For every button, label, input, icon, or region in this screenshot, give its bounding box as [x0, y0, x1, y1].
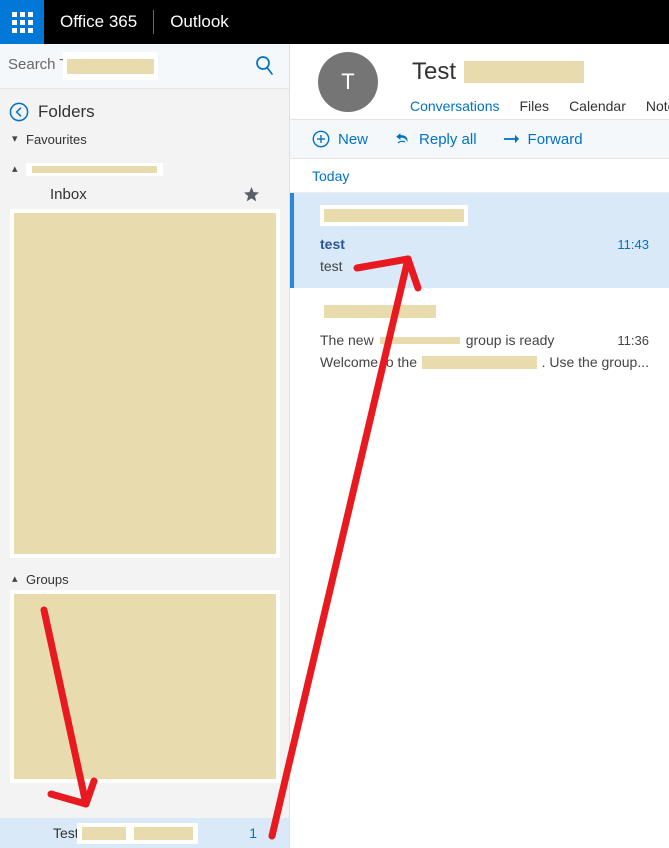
app-launcher-waffle-icon[interactable] — [0, 0, 44, 44]
message-subject: The new group is ready — [320, 332, 554, 348]
chevron-up-icon: ▴ — [12, 162, 18, 175]
sidebar-item-label: Inbox — [50, 186, 87, 203]
tab-notes[interactable]: Note — [646, 98, 669, 114]
star-icon[interactable] — [243, 186, 260, 203]
table-row[interactable]: test 11:43 test — [290, 193, 669, 289]
tab-conversations[interactable]: Conversations — [410, 98, 500, 114]
forward-arrow-icon — [502, 130, 520, 148]
message-preview-prefix: Welcome to the — [320, 354, 418, 370]
account-name-redaction — [26, 162, 163, 176]
group-title-text: Test — [412, 58, 457, 85]
reply-all-button[interactable]: Reply all — [393, 130, 477, 148]
message-toolbar: New Reply all Forward — [290, 120, 669, 159]
message-preview-redaction — [422, 355, 537, 369]
table-row[interactable]: The new group is ready 11:36 Welcome to … — [290, 289, 669, 385]
message-subject: test — [320, 236, 345, 252]
sidebar-item-group-test[interactable]: Test 1 — [0, 818, 290, 848]
forward-button-label: Forward — [527, 130, 583, 148]
message-preview-suffix: . Use the group... — [541, 354, 649, 370]
sidebar-item-favourites[interactable]: ▾ Favourites — [0, 128, 290, 150]
message-preview: test — [320, 258, 343, 274]
groups-list-redaction — [10, 590, 280, 783]
sidebar-item-inbox[interactable]: Inbox — [0, 180, 290, 209]
message-subject-suffix: group is ready — [465, 332, 555, 348]
message-day-group-header: Today — [290, 159, 669, 193]
reply-all-icon — [393, 130, 411, 148]
tab-calendar[interactable]: Calendar — [569, 98, 626, 114]
folders-header: Folders — [0, 89, 290, 128]
tab-files[interactable]: Files — [520, 98, 550, 114]
plus-circle-icon — [312, 130, 330, 148]
outlook-app-link[interactable]: Outlook — [154, 0, 245, 44]
folder-list-redaction — [10, 209, 280, 558]
search-icon[interactable] — [254, 55, 276, 77]
sender-redaction — [320, 301, 440, 322]
unread-count-badge: 1 — [249, 825, 257, 841]
group-conversation-pane: T Test Conversations Files Calendar Note — [290, 44, 669, 848]
new-button[interactable]: New — [312, 130, 368, 148]
sidebar-section-groups[interactable]: ▴ Groups — [0, 568, 290, 590]
page-title: Folders — [38, 102, 95, 121]
reply-all-button-label: Reply all — [419, 130, 477, 148]
message-time: 11:36 — [617, 333, 649, 348]
back-arrow-circle-icon[interactable] — [9, 102, 29, 122]
group-title: Test — [412, 58, 585, 86]
chevron-down-icon: ▾ — [12, 132, 18, 145]
message-subject-prefix: The new — [320, 332, 374, 348]
left-navigation-pane: Search Test Folders ▾ Favourites ▴ Inbox… — [0, 44, 290, 848]
forward-button[interactable]: Forward — [502, 130, 583, 148]
message-preview: Welcome to the . Use the group... — [320, 354, 649, 370]
avatar: T — [318, 52, 378, 112]
chevron-up-icon: ▴ — [12, 572, 18, 585]
group-header: T Test Conversations Files Calendar Note — [290, 44, 669, 120]
message-time: 11:43 — [617, 237, 649, 252]
sidebar-section-label: Groups — [26, 571, 69, 587]
new-button-label: New — [338, 130, 369, 148]
sidebar-item-label: Favourites — [26, 131, 87, 147]
sidebar-item-account[interactable]: ▴ — [0, 158, 290, 180]
suite-bar: Office 365 Outlook — [0, 0, 669, 44]
search-bar: Search Test — [0, 44, 290, 89]
message-subject-redaction — [379, 336, 460, 344]
group-tabs: Conversations Files Calendar Note — [410, 98, 669, 114]
outlook-groups-screen: Office 365 Outlook Search Test Folders ▾… — [0, 0, 669, 848]
office-365-brand-link[interactable]: Office 365 — [44, 0, 153, 44]
sidebar-item-label: Test — [53, 825, 79, 841]
group-title-redaction — [464, 61, 585, 83]
group-name-redaction — [76, 822, 198, 844]
search-redaction — [63, 52, 158, 80]
sender-redaction — [320, 205, 468, 226]
